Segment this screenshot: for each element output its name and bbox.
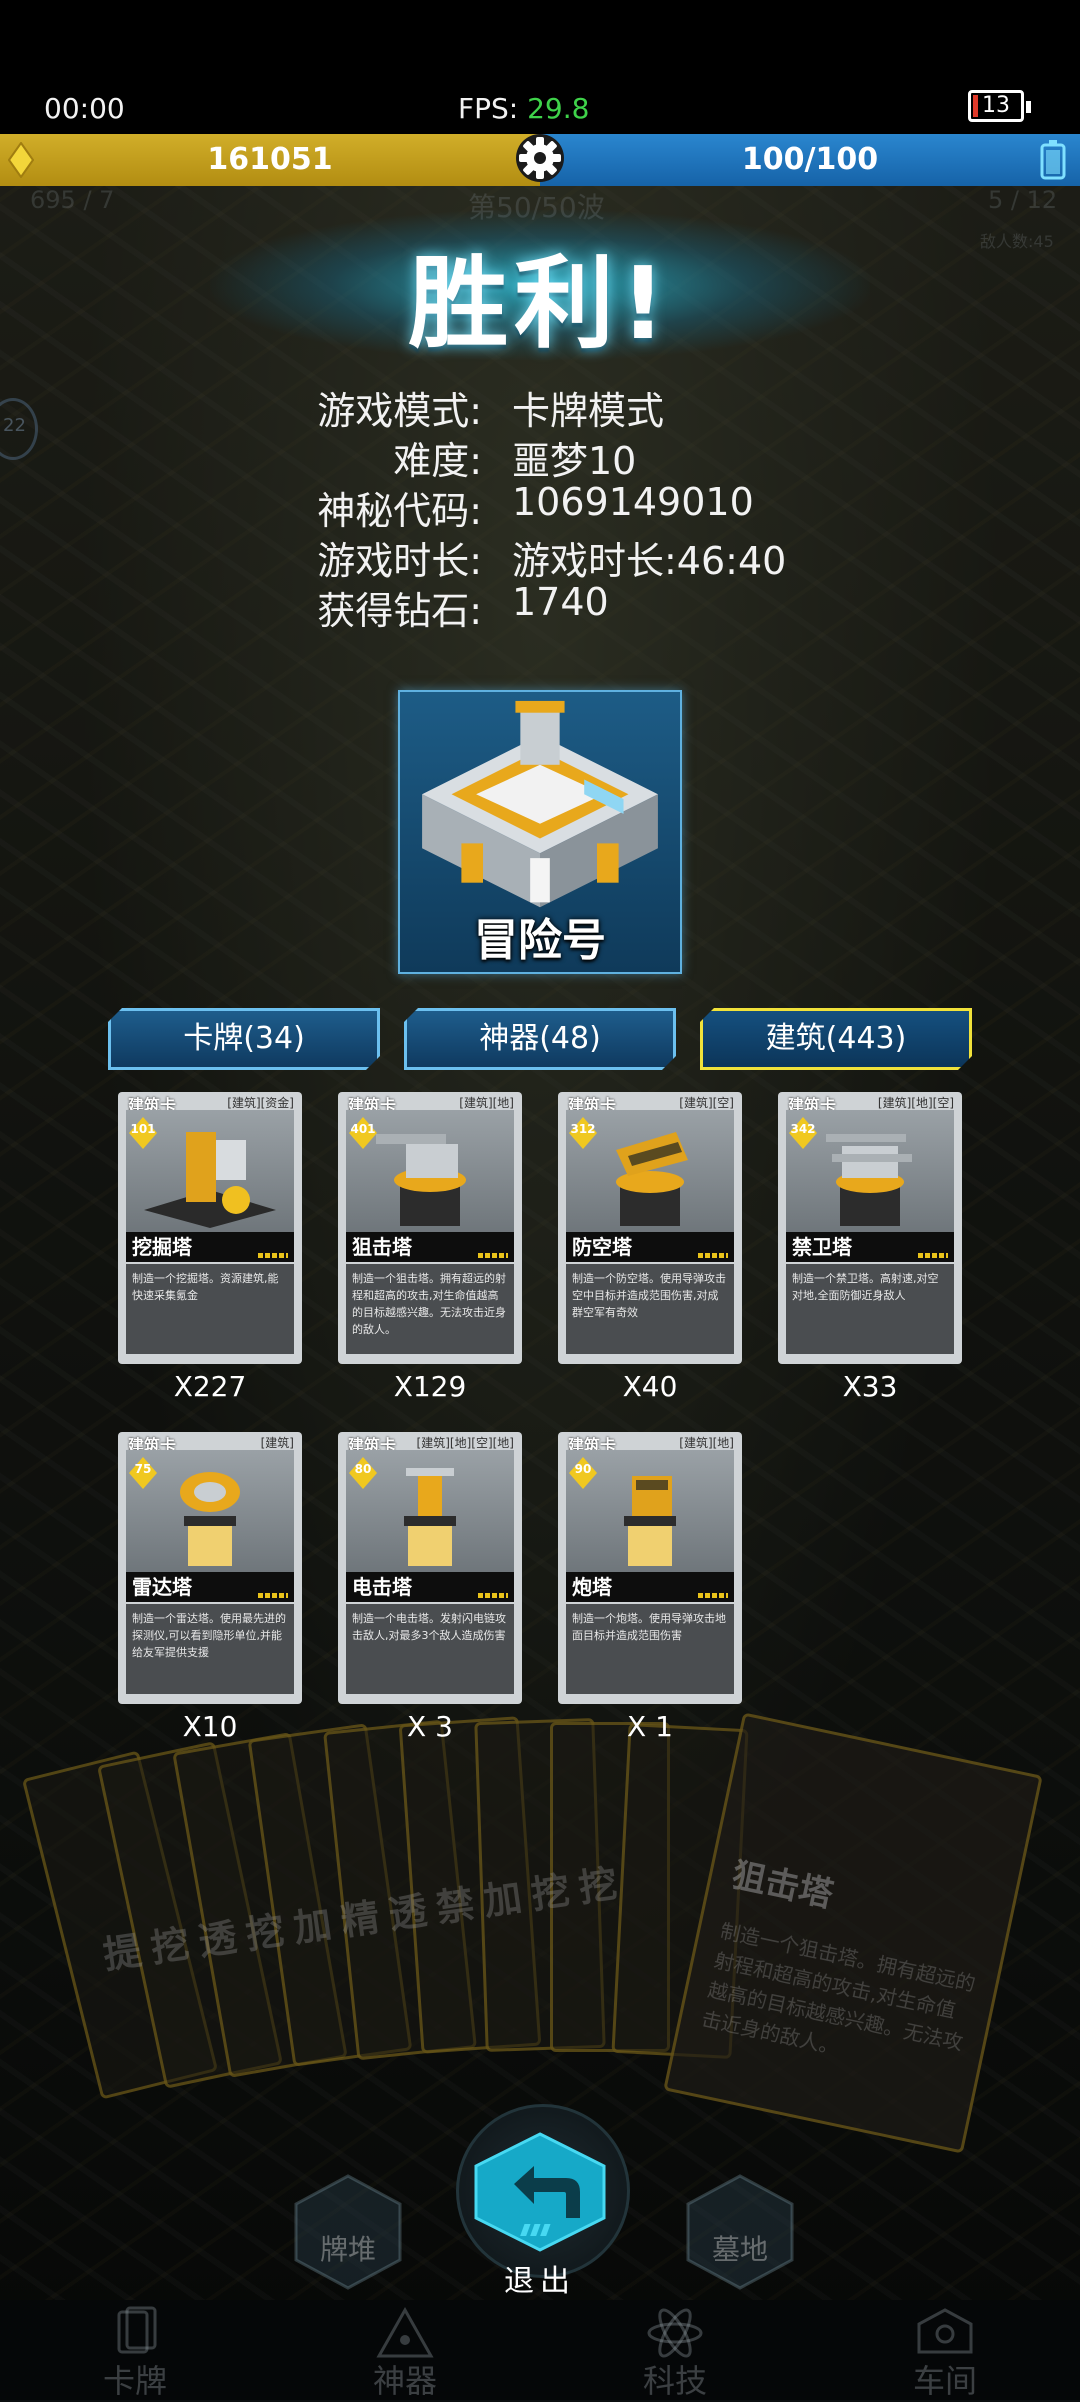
card-cost: 75 xyxy=(134,1462,152,1476)
building-card-radar-tower[interactable]: 建筑卡 [建筑] 75 雷达塔 制造一个雷达塔。使用最先进的探测仪,可以看到隐形… xyxy=(118,1432,302,1704)
energy-amount: 100/100 xyxy=(741,142,879,177)
nav-item-workshop[interactable]: 车间 xyxy=(810,2300,1080,2400)
stat-row-diamonds: 获得钻石: 1740 xyxy=(317,580,609,633)
stat-row-code: 神秘代码: 1069149010 xyxy=(317,480,754,533)
energy-battery-icon xyxy=(1040,140,1066,180)
result-stats: 游戏模式: 卡牌模式 难度: 噩梦10 神秘代码: 1069149010 游戏时长: 游… xyxy=(0,380,1080,633)
card-description: 制造一个挖掘塔。资源建筑,能快速采集氪金 xyxy=(126,1264,294,1354)
nav-item-tech[interactable]: 科技 xyxy=(540,2300,810,2400)
card-count: X227 xyxy=(173,1370,247,1403)
settings-gear-icon[interactable] xyxy=(514,132,566,184)
card-description: 制造一个狙击塔。拥有超远的射程和超高的攻击,对生命值越高的目标越感兴趣。无法攻击… xyxy=(346,1264,514,1354)
card-cost: 312 xyxy=(570,1122,596,1136)
clock: 00:00 xyxy=(44,92,125,125)
card-description: 制造一个炮塔。使用导弹攻击地面目标并造成范围伤害 xyxy=(566,1604,734,1694)
exit-return-icon[interactable] xyxy=(470,2132,610,2252)
stat-row-mode: 游戏模式: 卡牌模式 xyxy=(317,389,665,433)
gold-bar: 161051 xyxy=(0,134,540,186)
deck-pile-label: 牌堆 xyxy=(319,2233,376,2266)
building-card-shock-tower[interactable]: 建筑卡 [建筑][地][空][地] 80 电击塔 制造一个电击塔。发射闪电链攻击… xyxy=(338,1432,522,1704)
card-name: 雷达塔 xyxy=(126,1572,294,1602)
energy-bar: 100/100 xyxy=(540,134,1080,186)
victory-title: 胜利! xyxy=(408,245,672,362)
nav-item-artifacts[interactable]: 神器 xyxy=(270,2300,540,2400)
hero-building-icon xyxy=(422,700,658,908)
tab-buildings[interactable]: 建筑(443) xyxy=(700,1008,972,1070)
stat-row-difficulty: 难度: 噩梦10 xyxy=(393,439,637,483)
card-cost: 101 xyxy=(130,1122,156,1136)
building-card-antiair-tower[interactable]: 建筑卡 [建筑][空] 312 防空塔 制造一个防空塔。使用导弹攻击空中目标并造… xyxy=(558,1092,742,1364)
card-name: 狙击塔 xyxy=(346,1232,514,1262)
hero-vehicle-card: 冒险号 xyxy=(398,690,682,974)
card-description: 制造一个雷达塔。使用最先进的探测仪,可以看到隐形单位,并能给友军提供支援 xyxy=(126,1604,294,1694)
card-cost: 80 xyxy=(354,1462,372,1476)
atom-icon xyxy=(647,2308,703,2358)
card-description: 制造一个电击塔。发射闪电链攻击敌人,对最多3个敌人造成伤害 xyxy=(346,1604,514,1694)
stat-row-duration: 游戏时长: 游戏时长:46:40 xyxy=(317,539,787,583)
card-description: 制造一个防空塔。使用导弹攻击空中目标并造成范围伤害,对成群空军有奇效 xyxy=(566,1264,734,1354)
building-card-dig-tower[interactable]: 建筑卡 [建筑][资金] 101 挖掘塔 制造一个挖掘塔。资源建筑,能快速采集氪… xyxy=(118,1092,302,1364)
hero-name: 冒险号 xyxy=(474,915,606,966)
tab-cards[interactable]: 卡牌(34) xyxy=(108,1008,380,1070)
graveyard-label: 墓地 xyxy=(711,2233,768,2266)
building-card-sniper-tower[interactable]: 建筑卡 [建筑][地] 401 狙击塔 制造一个狙击塔。拥有超远的射程和超高的攻… xyxy=(338,1092,522,1364)
card-cost: 342 xyxy=(790,1122,816,1136)
status-bar: 00:00 FPS: 29.8 13 xyxy=(0,0,1080,134)
card-count: X40 xyxy=(622,1370,678,1403)
card-count: X 3 xyxy=(407,1710,453,1743)
tab-artifacts[interactable]: 神器(48) xyxy=(404,1008,676,1070)
gold-gem-icon xyxy=(8,142,34,178)
artifact-pyramid-icon xyxy=(376,2306,434,2358)
battery-icon: 13 xyxy=(968,90,1031,122)
card-cost: 90 xyxy=(574,1462,592,1476)
card-cost: 401 xyxy=(350,1122,376,1136)
card-count: X129 xyxy=(393,1370,467,1403)
cards-icon xyxy=(117,2306,157,2354)
card-count: X33 xyxy=(842,1370,898,1403)
card-name: 挖掘塔 xyxy=(126,1232,294,1262)
workshop-icon xyxy=(917,2308,973,2354)
card-name: 炮塔 xyxy=(566,1572,734,1602)
card-name: 电击塔 xyxy=(346,1572,514,1602)
bottom-nav: 卡牌 神器 科技 车间 xyxy=(0,2300,1080,2400)
exit-label[interactable]: 退出 xyxy=(440,2256,640,2300)
building-card-cannon-tower[interactable]: 建筑卡 [建筑][地] 90 炮塔 制造一个炮塔。使用导弹攻击地面目标并造成范围… xyxy=(558,1432,742,1704)
gold-amount: 161051 xyxy=(207,142,333,177)
card-count: X 1 xyxy=(627,1710,673,1743)
card-description: 制造一个禁卫塔。高射速,对空对地,全面防御近身敌人 xyxy=(786,1264,954,1354)
card-count: X10 xyxy=(182,1710,238,1743)
building-card-guard-tower[interactable]: 建筑卡 [建筑][地][空] 342 禁卫塔 制造一个禁卫塔。高射速,对空对地,… xyxy=(778,1092,962,1364)
card-name: 防空塔 xyxy=(566,1232,734,1262)
fps-counter: FPS: 29.8 xyxy=(458,92,590,125)
card-name: 禁卫塔 xyxy=(786,1232,954,1262)
nav-item-cards[interactable]: 卡牌 xyxy=(0,2300,270,2400)
